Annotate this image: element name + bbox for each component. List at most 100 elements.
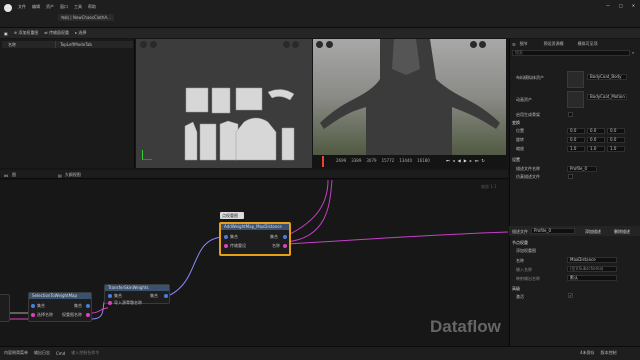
preview-perspective-icon[interactable] xyxy=(326,41,333,48)
weight-section[interactable]: 节点权重 xyxy=(512,240,528,245)
transform-section[interactable]: 变换 xyxy=(512,120,520,125)
pin-sel-in2[interactable] xyxy=(31,313,35,317)
scale-y[interactable]: 1.0 xyxy=(587,146,605,152)
menu-file[interactable]: 文件 xyxy=(18,4,26,10)
pin-transfer-in[interactable] xyxy=(108,294,112,298)
desc-name-field[interactable]: Profile_0 xyxy=(567,166,597,172)
asset-picker-2[interactable]: BodyCoat_Motion xyxy=(587,94,627,100)
menu-tools[interactable]: 工具 xyxy=(74,4,82,10)
skip-start-icon[interactable]: ⏮ xyxy=(446,158,450,163)
step-back-icon[interactable]: ◂ xyxy=(453,158,455,163)
console-input[interactable]: 输入控制台命令 xyxy=(71,350,99,356)
settings-section[interactable]: 设置 xyxy=(512,157,520,162)
tab-preset[interactable]: 预设资源模 xyxy=(544,41,564,47)
save-icon[interactable]: ▣ xyxy=(4,31,8,36)
remove-desc-button[interactable]: 删除描述 xyxy=(614,229,630,234)
pin-transfer-out[interactable] xyxy=(164,294,168,298)
rotation-z[interactable]: 0.0 xyxy=(607,137,625,143)
frame-label: 15772 xyxy=(381,158,395,163)
scale-z-value: 1.0 xyxy=(610,146,617,151)
viewport-menu-icon[interactable] xyxy=(140,41,147,48)
pin-out-collection[interactable] xyxy=(283,235,287,239)
search-icon[interactable]: ⌕ xyxy=(632,50,634,55)
desc-name-value: Profile_0 xyxy=(570,166,587,171)
viewport-perspective-icon[interactable] xyxy=(150,41,157,48)
transfer-weight-button[interactable]: ⇄ 传输面权重 xyxy=(44,30,69,36)
tab-graph[interactable]: 图 xyxy=(12,172,16,178)
active-checkbox[interactable]: ✓ xyxy=(568,293,573,298)
map-output-select[interactable]: 默认 xyxy=(567,275,617,281)
content-drawer-button[interactable]: 内容侧滑菜单 xyxy=(4,350,28,356)
asset-picker-1[interactable]: BodyCoat_Body xyxy=(587,74,627,80)
menu-edit[interactable]: 编辑 xyxy=(32,4,40,10)
pin-sel-out2[interactable] xyxy=(86,313,90,317)
add-desc-button[interactable]: 添加描述 xyxy=(585,229,601,234)
preview-menu-icon[interactable] xyxy=(316,41,323,48)
pin-out-name[interactable] xyxy=(283,244,287,248)
skip-end-icon[interactable]: ⏭ xyxy=(475,158,479,163)
pattern-piece-4 xyxy=(267,89,295,101)
enable-checkbox[interactable] xyxy=(568,112,573,117)
menu-window[interactable]: 窗口 xyxy=(60,4,68,10)
add-weight-map-button[interactable]: ⊕ 添加权重图 xyxy=(14,30,39,36)
pin-sel-in[interactable] xyxy=(31,304,35,308)
output-log-button[interactable]: 输出日志 xyxy=(34,350,50,356)
menu-asset[interactable]: 资产 xyxy=(46,4,54,10)
close-icon[interactable]: ✕ xyxy=(632,3,635,8)
location-x[interactable]: 0.0 xyxy=(567,128,585,134)
name-field[interactable]: MaxDistance xyxy=(567,257,617,263)
asset-tab[interactable]: 布料 | NewChaosClothA... xyxy=(58,14,114,21)
cmd-button[interactable]: Cmd xyxy=(56,351,65,356)
add-weight-map-label: 添加权重图 xyxy=(18,30,39,35)
sim-desc-checkbox[interactable] xyxy=(568,174,573,179)
select-button[interactable]: ▸ 选择 xyxy=(75,30,86,36)
pin-sel-out[interactable] xyxy=(86,304,90,308)
rotation-x[interactable]: 0.0 xyxy=(567,137,585,143)
pin-transfer-in2[interactable] xyxy=(108,301,112,305)
camera-icon[interactable] xyxy=(283,41,290,48)
asset-thumbnail-1[interactable] xyxy=(567,71,584,88)
unsaved-indicator[interactable]: 4未保存 xyxy=(580,350,595,356)
step-forward-icon[interactable]: ▸ xyxy=(470,158,472,163)
pin-in-transfer[interactable] xyxy=(224,244,228,248)
pin-sel-out-label: 集合 xyxy=(74,303,82,308)
node-add-weight-map[interactable]: AddWeightMap_MaxDistance xyxy=(219,222,291,256)
profile-select[interactable]: Profile_0 xyxy=(531,228,575,234)
scale-z[interactable]: 1.0 xyxy=(607,146,625,152)
play-icon[interactable]: ▶ xyxy=(464,158,467,163)
details-search-input[interactable]: 搜索 xyxy=(512,50,630,56)
menu-help[interactable]: 帮助 xyxy=(88,4,96,10)
node-partial-left[interactable] xyxy=(0,294,10,322)
source-control[interactable]: 版本控制 xyxy=(601,350,617,356)
reverse-icon[interactable]: ◀ xyxy=(458,158,461,163)
settings-icon[interactable] xyxy=(292,41,299,48)
scale-x[interactable]: 1.0 xyxy=(567,146,585,152)
rotation-y[interactable]: 0.0 xyxy=(587,137,605,143)
pin-in-collection[interactable] xyxy=(224,235,228,239)
location-y[interactable]: 0.0 xyxy=(587,128,605,134)
pattern-piece-6 xyxy=(199,123,217,161)
preview-camera-icon[interactable] xyxy=(470,41,477,48)
minimize-icon[interactable]: — xyxy=(606,3,610,8)
scale-x-value: 1.0 xyxy=(570,146,577,151)
outliner-tab[interactable]: ▤ 大纲视图 xyxy=(58,172,81,178)
loop-icon[interactable]: ↻ xyxy=(481,158,484,163)
weight-subsection[interactable]: 添加权重图 xyxy=(516,248,536,253)
advanced-section[interactable]: 高级 xyxy=(512,286,520,291)
window-controls: — □ ✕ xyxy=(606,3,635,8)
location-z[interactable]: 0.0 xyxy=(607,128,625,134)
pin-transfer-out-label: 集合 xyxy=(150,293,158,298)
map-output-value: 默认 xyxy=(570,275,578,280)
unreal-logo-icon[interactable] xyxy=(4,4,12,12)
comment-bubble[interactable]: 点权重图 xyxy=(220,212,244,219)
asset-thumbnail-2[interactable] xyxy=(567,91,584,108)
pin-out-name-label: 名称 xyxy=(272,243,280,248)
input-name-field[interactable]: (位)(Subschema) xyxy=(567,266,617,272)
maximize-icon[interactable]: □ xyxy=(619,3,623,8)
tab-details[interactable]: 细节 xyxy=(520,41,528,47)
preview-settings-icon[interactable] xyxy=(479,41,486,48)
pattern-piece-3 xyxy=(235,87,263,111)
tab-cloth[interactable]: 模拟可见项 xyxy=(578,41,598,47)
sim-desc-label: 仿真描述文件 xyxy=(516,174,540,179)
timeline-playhead[interactable] xyxy=(322,156,324,167)
